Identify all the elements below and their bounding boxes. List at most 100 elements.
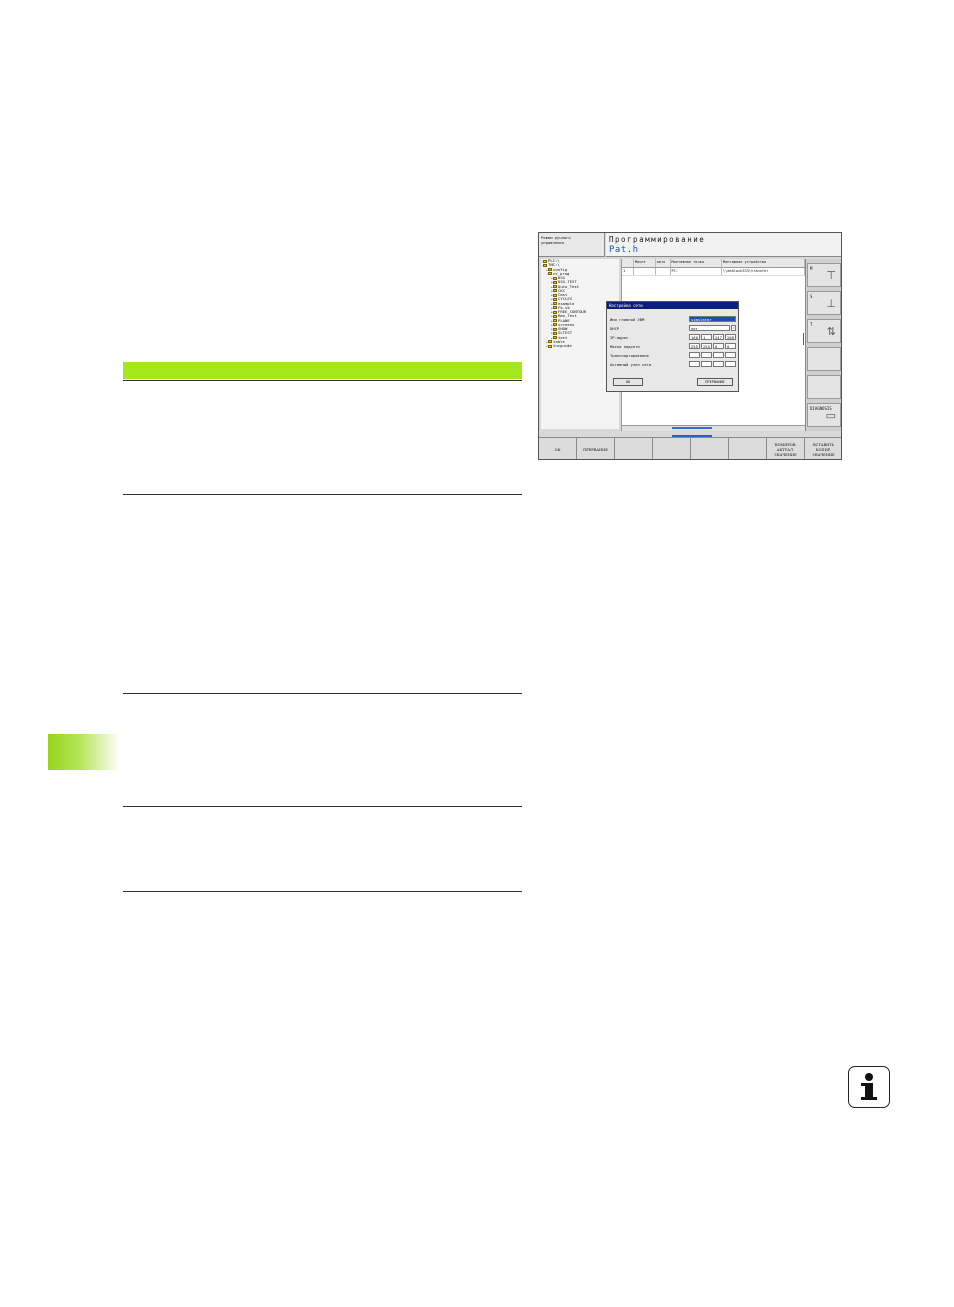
dialog-cancel-button[interactable]: ПРЕРВАНИЕ bbox=[697, 378, 733, 386]
table-cell: \\deAlock333\transfer bbox=[722, 268, 805, 275]
folder-icon bbox=[553, 323, 557, 327]
table-rule bbox=[123, 806, 522, 807]
address-octet-input[interactable]: 255 bbox=[689, 343, 700, 349]
table-cell: 1 bbox=[622, 268, 634, 275]
dialog-field-label: Транспортирование bbox=[610, 353, 649, 358]
arrows-icon: ⇅ bbox=[826, 325, 836, 338]
chapter-tab bbox=[48, 734, 120, 770]
dialog-field-row: Имя главной ЭВМ simulator bbox=[610, 316, 738, 323]
softkey[interactable]: НОМИРОВ. АКТУАЛ. ЗНАЧЕНИЕ bbox=[767, 438, 805, 459]
side-softkey[interactable] bbox=[807, 375, 841, 399]
operating-mode-label: Режим ручного управления bbox=[539, 233, 605, 257]
mount-table-header: Mount авто Монтажная точка Монтажное устрой… bbox=[622, 259, 805, 268]
dialog-field-label: Маска подсети bbox=[610, 344, 640, 349]
dialog-field-row: DHCP нет ▾ bbox=[610, 325, 738, 332]
table-cell bbox=[656, 268, 671, 275]
address-octet-input[interactable]: 0 bbox=[725, 343, 736, 349]
address-octet-input[interactable]: 160 bbox=[689, 334, 700, 340]
address-octet-input[interactable] bbox=[701, 352, 712, 358]
table-header-bar bbox=[123, 362, 522, 379]
address-octet-input[interactable] bbox=[701, 361, 712, 367]
vertical-softkey-bar: M ⊤ S ⊥ T ⇅ DIAGNOSIS ▭ bbox=[805, 259, 841, 431]
side-softkey-label: M bbox=[810, 266, 813, 271]
address-octet-input[interactable]: 1 bbox=[701, 334, 712, 340]
program-name: Pat.h bbox=[609, 245, 639, 255]
softkey[interactable]: ВСТАВИТЬ КОПИР. ЗНАЧЕНИЕ bbox=[805, 438, 841, 459]
address-octet-input[interactable] bbox=[713, 361, 724, 367]
column-header: авто bbox=[656, 259, 671, 267]
table-rule bbox=[123, 693, 522, 694]
address-octet-input[interactable] bbox=[689, 361, 700, 367]
folder-icon bbox=[548, 268, 552, 271]
softkey[interactable] bbox=[729, 438, 767, 459]
dialog-field-row: Активный узел сети bbox=[610, 361, 738, 368]
dialog-field-row: Маска подсети 255 255 0 0 bbox=[610, 343, 738, 350]
folder-icon bbox=[543, 259, 547, 263]
tool-icon: ⊤ bbox=[826, 269, 836, 282]
folder-icon bbox=[548, 340, 552, 344]
folder-icon bbox=[553, 285, 557, 288]
horizontal-scrollbar[interactable] bbox=[622, 425, 805, 431]
title-bar: Программирование Pat.h bbox=[606, 233, 841, 257]
table-row[interactable]: 1 PC: \\deAlock333\transfer bbox=[622, 268, 805, 276]
softkey-bar: ОК ПРЕРВАНИЕ НОМИРОВ. АКТУАЛ. ЗНАЧЕНИЕ ВСТА… bbox=[539, 437, 841, 459]
folder-icon bbox=[553, 276, 557, 280]
side-softkey-label: T bbox=[810, 322, 813, 327]
softkey[interactable] bbox=[653, 438, 691, 459]
folder-icon bbox=[553, 280, 557, 284]
dialog-field-label: IP-адрес bbox=[610, 335, 629, 340]
dhcp-select[interactable]: нет bbox=[689, 325, 730, 331]
address-octet-input[interactable] bbox=[689, 352, 700, 358]
folder-icon bbox=[553, 306, 557, 310]
side-softkey[interactable] bbox=[807, 347, 841, 371]
folder-icon bbox=[553, 310, 557, 314]
softkey[interactable] bbox=[615, 438, 653, 459]
address-octet-input[interactable]: 208 bbox=[725, 334, 736, 340]
chevron-down-icon[interactable]: ▾ bbox=[731, 325, 736, 331]
info-icon bbox=[848, 1066, 890, 1108]
side-softkey-label: S bbox=[810, 294, 813, 299]
address-octet-input[interactable]: 247 bbox=[713, 334, 724, 340]
softkey[interactable]: ПРЕРВАНИЕ bbox=[577, 438, 615, 459]
folder-icon bbox=[543, 263, 547, 267]
address-octet-input[interactable]: 255 bbox=[701, 343, 712, 349]
side-softkey[interactable]: T ⇅ bbox=[807, 319, 841, 343]
address-octet-input[interactable]: 0 bbox=[713, 343, 724, 349]
folder-icon bbox=[553, 302, 557, 305]
hostname-input[interactable]: simulator bbox=[689, 316, 736, 322]
network-settings-dialog: Настройка сети Имя главной ЭВМ simulator D… bbox=[606, 301, 739, 392]
softkey[interactable] bbox=[691, 438, 729, 459]
side-softkey[interactable]: M ⊤ bbox=[807, 263, 841, 287]
programming-mode-title: Программирование bbox=[609, 235, 706, 244]
dialog-field-row: Транспортирование bbox=[610, 352, 738, 359]
table-rule bbox=[123, 380, 522, 381]
table-rule bbox=[123, 494, 522, 495]
folder-icon bbox=[553, 327, 557, 331]
side-softkey[interactable]: DIAGNOSIS ▭ bbox=[807, 403, 841, 427]
dialog-field-label: DHCP bbox=[610, 326, 620, 331]
table-cell bbox=[634, 268, 656, 275]
dialog-title: Настройка сети bbox=[607, 302, 738, 309]
side-softkey[interactable]: S ⊥ bbox=[807, 291, 841, 315]
dialog-field-label: Активный узел сети bbox=[610, 362, 652, 367]
address-octet-input[interactable] bbox=[713, 352, 724, 358]
address-octet-input[interactable] bbox=[725, 352, 736, 358]
dialog-field-label: Имя главной ЭВМ bbox=[610, 317, 645, 322]
column-header: Mount bbox=[634, 259, 656, 267]
tree-item-label: tncguide bbox=[553, 343, 572, 348]
folder-icon bbox=[553, 331, 557, 335]
dialog-field-row: IP-адрес 160 1 247 208 bbox=[610, 334, 738, 341]
dialog-ok-button[interactable]: ОК bbox=[613, 378, 643, 386]
column-header bbox=[622, 259, 634, 267]
folder-icon bbox=[553, 314, 557, 318]
address-octet-input[interactable] bbox=[725, 361, 736, 367]
folder-icon bbox=[553, 289, 557, 293]
folder-icon bbox=[553, 319, 557, 322]
folder-icon: ▭ bbox=[825, 409, 836, 422]
spindle-icon: ⊥ bbox=[826, 297, 836, 310]
softkey[interactable]: ОК bbox=[539, 438, 577, 459]
tnc-screenshot: Режим ручного управления Программировани… bbox=[538, 232, 842, 460]
table-cell: PC: bbox=[671, 268, 722, 275]
table-rule bbox=[123, 891, 522, 892]
folder-icon bbox=[548, 272, 552, 276]
